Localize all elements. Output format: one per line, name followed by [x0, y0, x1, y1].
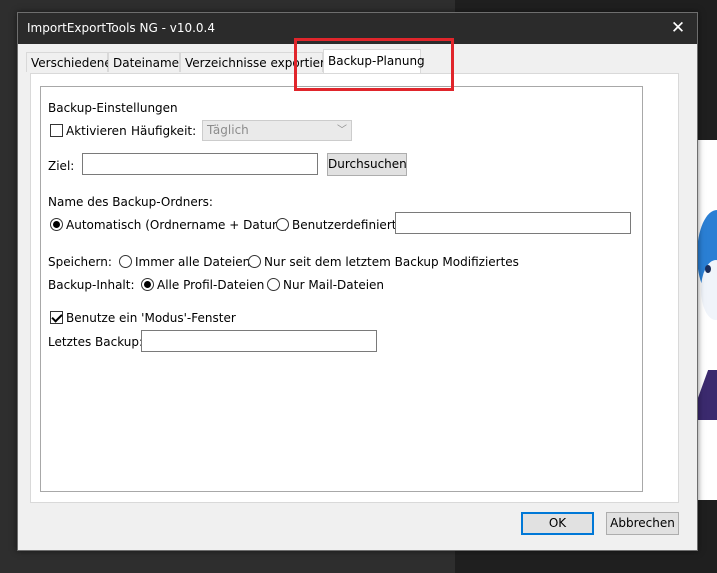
browse-button[interactable]: Durchsuchen — [327, 153, 407, 176]
activate-label: Aktivieren — [66, 124, 127, 138]
group-title: Backup-Einstellungen — [48, 101, 178, 115]
save-label: Speichern: — [48, 255, 112, 269]
settings-dialog: ImportExportTools NG - v10.0.4 ✕ Verschi… — [17, 12, 698, 551]
modal-window-label: Benutze ein 'Modus'-Fenster — [66, 311, 236, 325]
tab-dateinamen[interactable]: Dateinamen — [108, 52, 187, 72]
content-all-radio[interactable] — [141, 278, 154, 291]
save-modified-label: Nur seit dem letztem Backup Modifizierte… — [264, 255, 519, 269]
auto-name-label: Automatisch (Ordnername + Datum) — [66, 218, 289, 232]
ok-button[interactable]: OK — [521, 512, 594, 535]
target-input[interactable] — [82, 153, 318, 175]
save-modified-radio[interactable] — [248, 255, 261, 268]
frequency-value: Täglich — [207, 123, 249, 137]
content-mail-radio[interactable] — [267, 278, 280, 291]
tab-backup-planung[interactable]: Backup-Planung — [323, 49, 425, 73]
cancel-button[interactable]: Abbrechen — [606, 512, 679, 535]
save-all-label: Immer alle Dateien — [135, 255, 251, 269]
content-label: Backup-Inhalt: — [48, 278, 135, 292]
last-backup-input[interactable] — [141, 330, 377, 352]
content-all-label: Alle Profil-Dateien — [157, 278, 265, 292]
backup-settings-group: Backup-Einstellungen Aktivieren Häufigke… — [40, 86, 643, 492]
auto-name-radio[interactable] — [50, 218, 63, 231]
frequency-label: Häufigkeit: — [131, 124, 197, 138]
custom-name-radio[interactable] — [276, 218, 289, 231]
tab-verzeichnisse-exportieren[interactable]: Verzeichnisse exportieren — [180, 52, 340, 72]
activate-checkbox[interactable] — [50, 124, 63, 137]
tab-panel: Backup-Einstellungen Aktivieren Häufigke… — [30, 73, 679, 503]
last-backup-label: Letztes Backup: — [48, 335, 144, 349]
window-title: ImportExportTools NG - v10.0.4 — [27, 21, 215, 35]
save-all-radio[interactable] — [119, 255, 132, 268]
custom-name-label: Benutzerdefiniert: — [292, 218, 401, 232]
folder-name-heading: Name des Backup-Ordners: — [48, 195, 213, 209]
title-bar: ImportExportTools NG - v10.0.4 ✕ — [18, 13, 697, 44]
chevron-down-icon: ﹀ — [337, 125, 347, 136]
tab-verschiedenes[interactable]: Verschiedenes — [26, 52, 118, 72]
target-label: Ziel: — [48, 159, 75, 173]
modal-window-checkbox[interactable] — [50, 311, 63, 324]
close-icon[interactable]: ✕ — [667, 17, 689, 39]
background-artwork — [695, 140, 717, 500]
content-mail-label: Nur Mail-Dateien — [283, 278, 385, 292]
custom-name-input[interactable] — [395, 212, 631, 234]
frequency-select[interactable]: Täglich ﹀ — [202, 120, 352, 141]
